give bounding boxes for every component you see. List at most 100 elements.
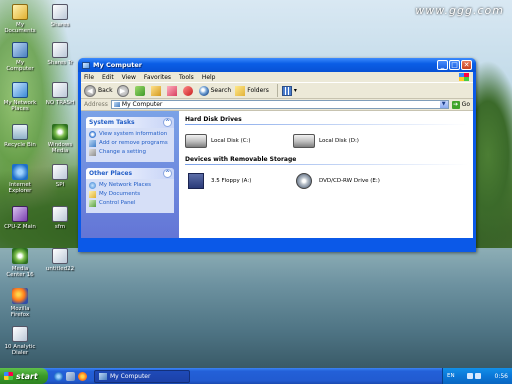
language-indicator[interactable]: EN <box>447 373 455 379</box>
other-places-title: Other Places <box>89 170 133 177</box>
media-center-icon <box>12 248 28 264</box>
clock[interactable]: 0:56 <box>495 373 508 380</box>
quick-launch <box>54 371 90 381</box>
app-icon <box>52 4 68 20</box>
minimize-button[interactable]: _ <box>437 60 448 70</box>
menu-favorites[interactable]: Favorites <box>144 74 171 81</box>
search-label: Search <box>210 87 232 94</box>
desktop-icon-spi[interactable]: SPI <box>42 164 78 188</box>
desktop-icon-shares[interactable]: Shares <box>42 4 78 28</box>
firefox-icon <box>12 288 28 304</box>
desktop-icon-my-network-places[interactable]: My Network Places <box>2 82 38 112</box>
menu-tools[interactable]: Tools <box>179 74 194 81</box>
move-to-button[interactable] <box>150 85 163 96</box>
drive-dvd-e[interactable]: DVD/CD-RW Drive (E:) <box>293 170 401 192</box>
desktop-icon-internet-explorer[interactable]: Internet Explorer <box>2 164 38 194</box>
drive-floppy-a[interactable]: 3.5 Floppy (A:) <box>185 170 293 192</box>
media-player-icon <box>52 124 68 140</box>
menu-view[interactable]: View <box>122 74 136 81</box>
tray-network-icon[interactable] <box>474 373 481 379</box>
folder-up-icon <box>134 85 145 96</box>
go-button[interactable]: ➔ Go <box>451 100 470 109</box>
drive-local-disk-c[interactable]: Local Disk (C:) <box>185 130 293 152</box>
desktop-icon-recycle-bin[interactable]: Recycle Bin <box>2 124 38 148</box>
desktop-icon-untitled22[interactable]: untitled22 <box>42 248 78 272</box>
drive-local-disk-d[interactable]: Local Disk (D:) <box>293 130 401 152</box>
up-button[interactable] <box>134 85 147 96</box>
drive-label: 3.5 Floppy (A:) <box>211 178 252 184</box>
desktop-icon-media-center[interactable]: Media Center 16 <box>2 248 38 278</box>
desktop-icon-my-computer[interactable]: My Computer <box>2 42 38 72</box>
my-computer-window: My Computer _ □ ✕ File Edit View Favorit… <box>78 58 476 252</box>
folders-button[interactable]: Folders <box>235 85 269 96</box>
chevron-down-icon[interactable]: ▼ <box>439 101 448 108</box>
collapse-icon[interactable]: ^ <box>163 118 172 127</box>
views-icon <box>281 85 292 96</box>
removable-storage-header: Devices with Removable Storage <box>185 156 467 165</box>
system-tasks-title: System Tasks <box>89 119 135 126</box>
task-change-setting[interactable]: Change a setting <box>89 149 171 156</box>
address-value: My Computer <box>121 101 163 108</box>
chevron-down-icon: ▾ <box>293 87 297 94</box>
place-my-network-places[interactable]: My Network Places <box>89 182 171 189</box>
close-button[interactable]: ✕ <box>461 60 472 70</box>
desktop-icon-windows-media[interactable]: Windows Media <box>42 124 78 154</box>
hard-disk-drives-header: Hard Disk Drives <box>185 116 467 125</box>
taskbar-button-label: My Computer <box>110 372 151 380</box>
views-button[interactable]: ▾ <box>281 85 297 96</box>
desktop-icon-no-trash[interactable]: NO TRASH <box>42 82 78 106</box>
maximize-button[interactable]: □ <box>449 60 460 70</box>
desktop-icon-mozilla-firefox[interactable]: Mozilla Firefox <box>2 288 38 318</box>
drive-label: DVD/CD-RW Drive (E:) <box>319 178 380 184</box>
hard-disk-icon <box>293 134 315 148</box>
menu-edit[interactable]: Edit <box>102 74 114 81</box>
internet-explorer-icon[interactable] <box>54 371 63 381</box>
drive-label: Local Disk (C:) <box>211 138 251 144</box>
info-icon <box>89 131 96 138</box>
menu-help[interactable]: Help <box>202 74 216 81</box>
desktop: www.ggg.com My Documents Shares My Compu… <box>0 0 512 368</box>
floppy-disk-icon <box>188 173 204 189</box>
place-my-documents[interactable]: My Documents <box>89 191 171 198</box>
desktop-icon-my-documents[interactable]: My Documents <box>2 4 38 34</box>
search-button[interactable]: Search <box>198 85 232 96</box>
drives-pane: Hard Disk Drives Local Disk (C:) Local D… <box>179 111 473 238</box>
menu-file[interactable]: File <box>84 74 94 81</box>
desktop-icon-cpu-z[interactable]: CPU-Z Main <box>2 206 38 230</box>
show-desktop-icon[interactable] <box>66 371 75 381</box>
other-places-header[interactable]: Other Places ^ <box>86 168 174 179</box>
task-add-remove-programs[interactable]: Add or remove programs <box>89 140 171 147</box>
taskbar-button-my-computer[interactable]: My Computer <box>94 369 190 383</box>
desktop-icon-label: Mozilla Firefox <box>10 306 30 318</box>
place-label: My Documents <box>99 191 141 197</box>
computer-icon <box>113 102 120 107</box>
firefox-icon[interactable] <box>78 371 87 381</box>
start-label: start <box>16 371 38 381</box>
copy-to-button[interactable] <box>166 85 179 96</box>
start-button[interactable]: start <box>0 368 48 384</box>
folder-icon <box>12 4 28 20</box>
network-icon <box>89 182 96 189</box>
delete-button[interactable] <box>182 85 195 96</box>
system-tasks-header[interactable]: System Tasks ^ <box>86 117 174 128</box>
search-icon <box>198 85 209 96</box>
recycle-bin-icon <box>12 124 28 140</box>
tray-volume-icon[interactable] <box>466 373 473 379</box>
desktop-icon-shares-tr[interactable]: Shares Tr <box>42 42 78 66</box>
window-titlebar[interactable]: My Computer _ □ ✕ <box>78 58 476 72</box>
back-button[interactable]: ◀ Back <box>84 84 113 97</box>
go-label: Go <box>461 101 470 108</box>
place-label: Control Panel <box>99 200 136 206</box>
copy-icon <box>166 85 177 96</box>
desktop-icon-sfm[interactable]: sfm <box>42 206 78 230</box>
collapse-icon[interactable]: ^ <box>163 169 172 178</box>
desktop-icon-analytic-dialer[interactable]: 10 Analytic Dialer <box>2 326 38 356</box>
desktop-icon-label: sfm <box>54 224 66 230</box>
address-field[interactable]: My Computer ▼ <box>110 100 449 109</box>
desktop-icon-label: 10 Analytic Dialer <box>4 344 36 356</box>
task-pane: System Tasks ^ View system information A… <box>81 111 179 238</box>
forward-button[interactable]: ▶ <box>116 84 131 97</box>
task-view-system-information[interactable]: View system information <box>89 131 171 138</box>
place-control-panel[interactable]: Control Panel <box>89 200 171 207</box>
desktop-icon-label: CPU-Z Main <box>4 224 36 230</box>
